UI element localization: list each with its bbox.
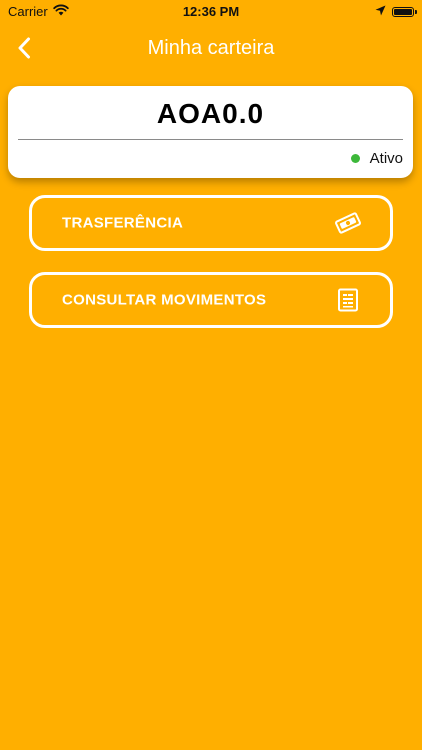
status-time: 12:36 PM: [182, 4, 240, 19]
status-dot-icon: [350, 154, 360, 163]
consult-movements-button-label: CONSULTAR MOVIMENTOS: [62, 291, 267, 309]
receipt-icon: [334, 287, 362, 313]
wallet-card: AOA0.0 Ativo: [8, 86, 413, 178]
card-divider: [18, 139, 403, 140]
status-label: Ativo: [369, 150, 403, 167]
money-transfer-icon: [334, 210, 362, 236]
status-bar: Carrier 12:36 PM: [0, 0, 422, 24]
nav-bar: Minha carteira: [0, 26, 422, 72]
wallet-status: Ativo: [350, 150, 403, 167]
consult-movements-button[interactable]: CONSULTAR MOVIMENTOS: [29, 272, 393, 328]
wallet-balance: AOA0.0: [156, 98, 265, 129]
page-title: Minha carteira: [147, 37, 275, 59]
transfer-button-label: TRASFERÊNCIA: [62, 214, 184, 232]
transfer-button[interactable]: TRASFERÊNCIA: [29, 195, 393, 251]
battery-icon: [392, 6, 417, 17]
status-right: [375, 4, 417, 19]
location-arrow-icon: [375, 4, 386, 19]
